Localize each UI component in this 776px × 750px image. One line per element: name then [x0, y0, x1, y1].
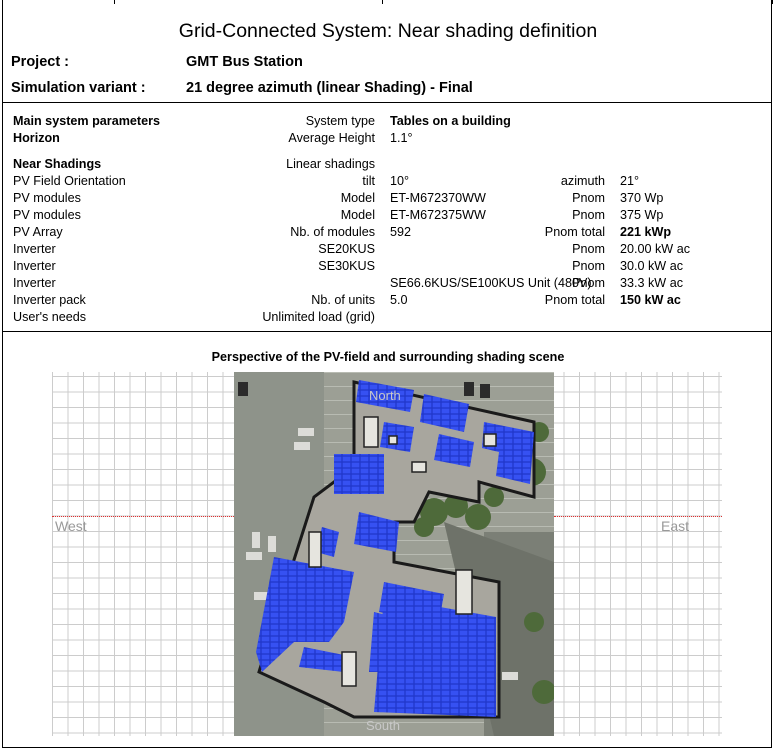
param-row-right-value: 33.3 kW ac: [620, 276, 683, 290]
horizon-label: Horizon: [13, 131, 60, 145]
param-row-mid-value: 5.0: [390, 293, 408, 307]
params-divider: [2, 331, 772, 332]
param-row-mid-value: SE66.6KUS/SE100KUS Unit (480V): [390, 276, 592, 290]
south-label: South: [366, 718, 400, 733]
param-row-label: Inverter pack: [13, 293, 86, 307]
page-title: Grid-Connected System: Near shading defi…: [178, 20, 598, 42]
variant-label: Simulation variant :: [11, 80, 146, 96]
param-row-label: PV Field Orientation: [13, 174, 126, 188]
main-params-label: Main system parameters: [13, 114, 160, 128]
param-row-mid-value: 592: [390, 225, 412, 239]
param-row-right-label: Pnom: [572, 208, 605, 222]
param-row-right-label: Pnom: [572, 259, 605, 273]
param-row-right-label: Pnom total: [544, 225, 605, 239]
param-row-mid-label: Nb. of units: [311, 293, 375, 307]
param-row-mid-label: Unlimited load (grid): [262, 310, 375, 324]
param-row-right-label: Pnom: [572, 276, 605, 290]
param-row-right-label: Pnom: [572, 191, 605, 205]
system-type-value: Tables on a building: [390, 114, 511, 128]
perspective-title: Perspective of the PV-field and surround…: [211, 350, 565, 364]
param-row-right-value: 30.0 kW ac: [620, 259, 683, 273]
param-row-right-value: 20.00 kW ac: [620, 242, 690, 256]
near-shadings-label: Near Shadings: [13, 157, 102, 171]
param-row-right-label: Pnom total: [544, 293, 605, 307]
param-row-mid-value: 10°: [390, 174, 410, 188]
horizon-line-east: [554, 516, 722, 517]
north-label: North: [369, 388, 401, 403]
param-row-mid-label: SE20KUS: [318, 242, 375, 256]
aerial-image: North South: [234, 372, 554, 736]
param-row-mid-label: Model: [340, 191, 375, 205]
param-row-right-label: azimuth: [560, 174, 605, 188]
project-value: GMT Bus Station: [186, 54, 303, 70]
param-row-mid-label: SE30KUS: [318, 259, 375, 273]
variant-value: 21 degree azimuth (linear Shading) - Fin…: [186, 80, 473, 96]
param-row-right-value: 375 Wp: [620, 208, 664, 222]
param-row-mid-label: tilt: [362, 174, 375, 188]
near-shadings-value: Linear shadings: [286, 157, 375, 171]
param-row-mid-value: ET-M672370WW: [390, 191, 486, 205]
system-type-label: System type: [305, 114, 375, 128]
param-row-right-label: Pnom: [572, 242, 605, 256]
header-divider: [2, 102, 772, 103]
param-row-label: PV modules: [13, 191, 81, 205]
avg-height-value: 1.1°: [390, 131, 413, 145]
shading-scene: West East North South: [52, 372, 722, 736]
param-row-label: User's needs: [13, 310, 87, 324]
project-label: Project :: [11, 54, 70, 70]
param-row-label: PV modules: [13, 208, 81, 222]
aerial-svg: North South: [234, 372, 554, 736]
param-row-label: Inverter: [13, 259, 56, 273]
param-row-right-value: 221 kWp: [620, 225, 672, 239]
avg-height-label: Average Height: [288, 131, 375, 145]
horizon-line-west: [52, 516, 234, 517]
param-row-right-value: 370 Wp: [620, 191, 664, 205]
east-label: East: [661, 518, 690, 534]
param-row-right-value: 150 kW ac: [620, 293, 681, 307]
param-row-label: Inverter: [13, 276, 56, 290]
param-row-label: Inverter: [13, 242, 56, 256]
param-row-mid-label: Nb. of modules: [290, 225, 375, 239]
param-row-right-value: 21°: [620, 174, 640, 188]
top-ticks: [2, 0, 773, 4]
param-row-label: PV Array: [13, 225, 63, 239]
param-row-mid-label: Model: [340, 208, 375, 222]
param-row-mid-value: ET-M672375WW: [390, 208, 486, 222]
west-label: West: [55, 518, 87, 534]
